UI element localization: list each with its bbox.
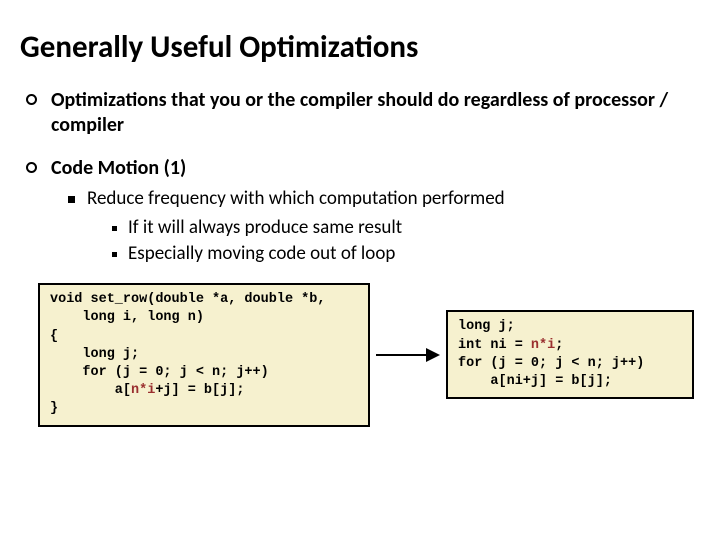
small-square-bullet-icon (112, 252, 117, 257)
arrow-right-icon (370, 348, 446, 362)
sub-bullet-1: Reduce frequency with which computation … (68, 187, 700, 212)
slide-title: Generally Useful Optimizations (20, 28, 700, 66)
sub-sub-bullet-2: Especially moving code out of loop (112, 242, 700, 267)
circle-bullet-icon (26, 162, 37, 173)
code-box-after: long j; int ni = n*i; for (j = 0; j < n;… (446, 310, 694, 399)
circle-bullet-icon (26, 94, 37, 105)
sub-sub-text: If it will always produce same result (128, 216, 402, 241)
code-line-part: int ni = (458, 338, 531, 353)
sub-sub-text: Especially moving code out of loop (128, 242, 395, 267)
small-square-bullet-icon (112, 226, 117, 231)
bullet-text: Code Motion (1) (51, 156, 186, 181)
code-line-part: ; (555, 338, 563, 353)
code-line: long j; (50, 347, 139, 362)
sub-bullet-text: Reduce frequency with which computation … (87, 187, 505, 212)
code-line: a[ni+j] = b[j]; (458, 374, 612, 389)
code-line: { (50, 329, 58, 344)
sub-sub-bullet-1: If it will always produce same result (112, 216, 700, 241)
code-line: for (j = 0; j < n; j++) (458, 356, 644, 371)
code-line: for (j = 0; j < n; j++) (50, 365, 269, 380)
code-line: long j; (458, 319, 515, 334)
bullet-item-2: Code Motion (1) (20, 156, 700, 181)
bullet-item-1: Optimizations that you or the compiler s… (20, 88, 700, 138)
code-comparison-row: void set_row(double *a, double *b, long … (20, 283, 700, 427)
code-line: void set_row(double *a, double *b, (50, 292, 325, 307)
code-line-part: +j] = b[j]; (155, 383, 244, 398)
arrow-head (426, 348, 440, 362)
arrow-shaft (376, 354, 426, 357)
code-line-part: a[ (50, 383, 131, 398)
code-box-before: void set_row(double *a, double *b, long … (38, 283, 370, 427)
code-highlight: n*i (531, 338, 555, 353)
square-bullet-icon (68, 196, 75, 203)
bullet-text: Optimizations that you or the compiler s… (51, 88, 700, 138)
code-line: long i, long n) (50, 310, 204, 325)
code-line: } (50, 401, 58, 416)
code-highlight: n*i (131, 383, 155, 398)
